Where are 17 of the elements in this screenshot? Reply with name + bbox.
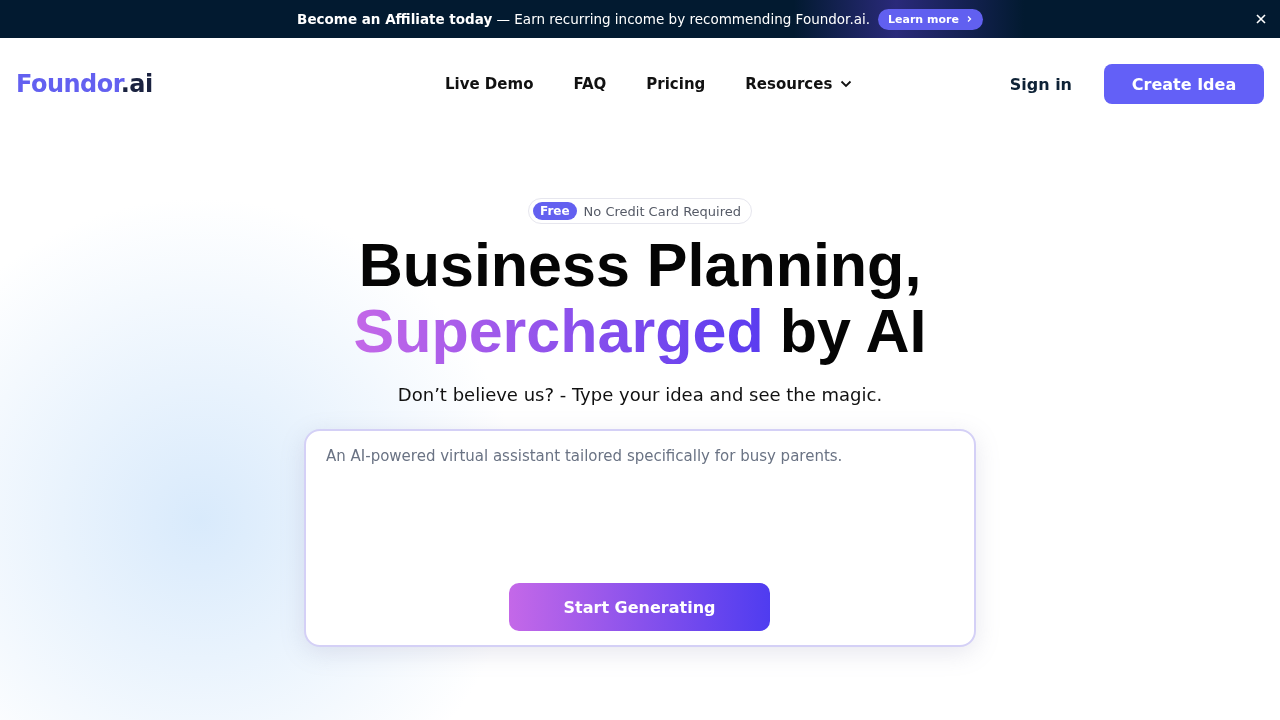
create-idea-button[interactable]: Create Idea xyxy=(1104,64,1264,104)
close-icon[interactable] xyxy=(1255,13,1267,25)
headline: Business Planning, xyxy=(358,232,922,298)
banner-text: Become an Affiliate today — Earn recurring income by recommending Foundor.ai. xyxy=(297,11,870,27)
nav-link[interactable]: Live Demo xyxy=(445,75,534,93)
chevron-down-icon xyxy=(840,80,853,88)
headline: by AI xyxy=(779,298,927,364)
free-tag: Free xyxy=(532,202,577,220)
nav-link[interactable]: Resources xyxy=(745,75,853,93)
learn-more-button[interactable]: Learn more xyxy=(878,8,983,30)
start-generating-button[interactable]: Start Generating xyxy=(509,583,770,631)
sign-in-link[interactable]: Sign in xyxy=(1009,74,1072,94)
nav-link[interactable]: FAQ xyxy=(573,75,607,93)
subtitle: Don’t believe us? - Type your idea and see the magic. xyxy=(397,384,883,405)
badge-text: No Credit Card Required xyxy=(583,203,742,219)
logo[interactable]: Foundor.ai xyxy=(16,70,153,98)
nav-link[interactable]: Pricing xyxy=(646,75,706,93)
